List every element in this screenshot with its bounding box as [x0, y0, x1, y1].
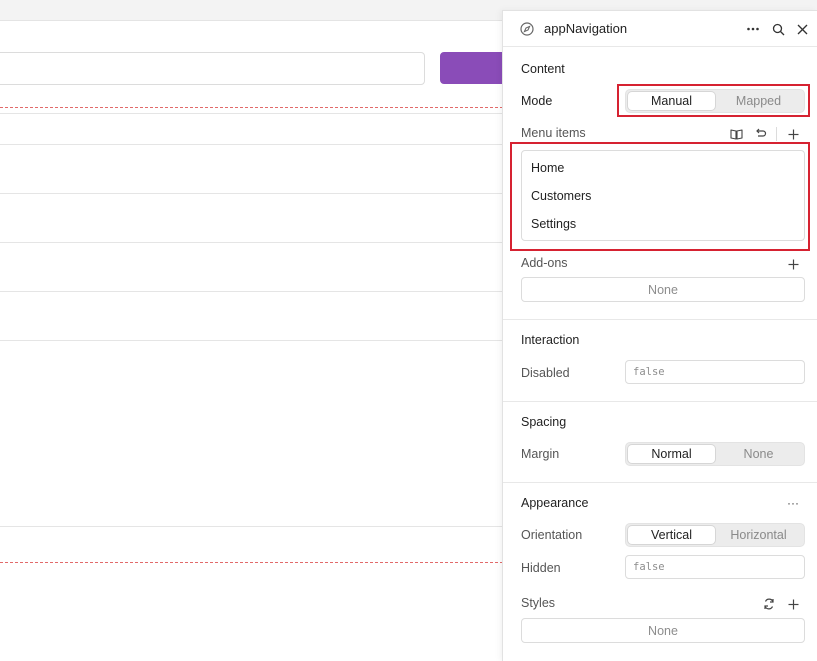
undo-icon	[755, 128, 766, 137]
plus-icon	[788, 259, 798, 269]
section-title-interaction: Interaction	[521, 333, 580, 347]
margin-option-none[interactable]: None	[715, 445, 802, 463]
book-icon	[729, 129, 743, 140]
styles-label: Styles	[521, 596, 556, 610]
canvas-text-input[interactable]	[0, 52, 425, 85]
docs-button[interactable]	[728, 126, 744, 142]
disabled-input[interactable]: false	[625, 360, 805, 384]
table-row-divider	[0, 144, 503, 145]
mode-option-mapped[interactable]: Mapped	[715, 92, 802, 110]
add-style-button[interactable]	[785, 596, 801, 612]
search-icon	[772, 23, 784, 35]
add-menu-item-button[interactable]	[785, 126, 801, 142]
canvas-purple-button[interactable]	[440, 52, 510, 84]
refresh-icon	[764, 598, 774, 610]
search-button[interactable]	[769, 20, 787, 38]
margin-label: Margin	[521, 447, 560, 461]
app-canvas	[0, 0, 510, 661]
menu-item-settings[interactable]: Settings	[531, 217, 576, 231]
hidden-input[interactable]: false	[625, 555, 805, 579]
reset-button[interactable]	[752, 126, 768, 142]
menu-item-customers[interactable]: Customers	[531, 189, 591, 203]
mode-toggle: Manual Mapped	[625, 89, 805, 113]
mode-label: Mode	[521, 94, 553, 108]
table-row-divider	[0, 242, 503, 243]
hidden-label: Hidden	[521, 561, 561, 575]
menu-items-label: Menu items	[521, 126, 586, 140]
close-button[interactable]	[793, 20, 811, 38]
plus-icon	[788, 599, 798, 609]
orientation-option-horizontal[interactable]: Horizontal	[715, 526, 802, 544]
section-title-spacing: Spacing	[521, 415, 567, 429]
disabled-label: Disabled	[521, 366, 570, 380]
table-row-divider	[0, 113, 503, 114]
table-row-divider	[0, 291, 503, 292]
mode-option-manual[interactable]: Manual	[628, 92, 715, 110]
selection-outline-bottom	[0, 562, 503, 563]
appearance-more-button[interactable]: ···	[785, 495, 801, 511]
table-footer-divider	[0, 526, 503, 527]
styles-field[interactable]: None	[521, 618, 805, 643]
menu-item-home[interactable]: Home	[531, 161, 564, 175]
addons-field[interactable]: None	[521, 277, 805, 302]
section-divider	[503, 401, 817, 402]
orientation-option-vertical[interactable]: Vertical	[628, 526, 715, 544]
compass-icon	[520, 22, 534, 36]
selection-outline-top	[0, 107, 503, 108]
table-row-divider	[0, 340, 503, 341]
component-name: appNavigation	[544, 21, 628, 36]
more-options-button[interactable]	[744, 20, 762, 38]
section-title-content: Content	[521, 62, 565, 76]
orientation-toggle: Vertical Horizontal	[625, 523, 805, 547]
margin-option-normal[interactable]: Normal	[628, 445, 715, 463]
inspector-panel: appNavigation Content Mode Manual Mapped…	[502, 10, 817, 661]
plus-icon	[788, 129, 798, 139]
menu-items-list: Home Customers Settings	[521, 150, 805, 241]
refresh-styles-button[interactable]	[761, 596, 777, 612]
toolbar-divider	[776, 127, 777, 141]
section-title-appearance: Appearance	[521, 496, 589, 510]
orientation-label: Orientation	[521, 528, 583, 542]
addons-label: Add-ons	[521, 256, 568, 270]
close-icon	[797, 24, 807, 34]
add-addon-button[interactable]	[785, 256, 801, 272]
more-icon	[747, 27, 759, 31]
table-row-divider	[0, 193, 503, 194]
inspector-header: appNavigation	[503, 11, 817, 47]
section-divider	[503, 482, 817, 483]
margin-toggle: Normal None	[625, 442, 805, 466]
section-divider	[503, 319, 817, 320]
